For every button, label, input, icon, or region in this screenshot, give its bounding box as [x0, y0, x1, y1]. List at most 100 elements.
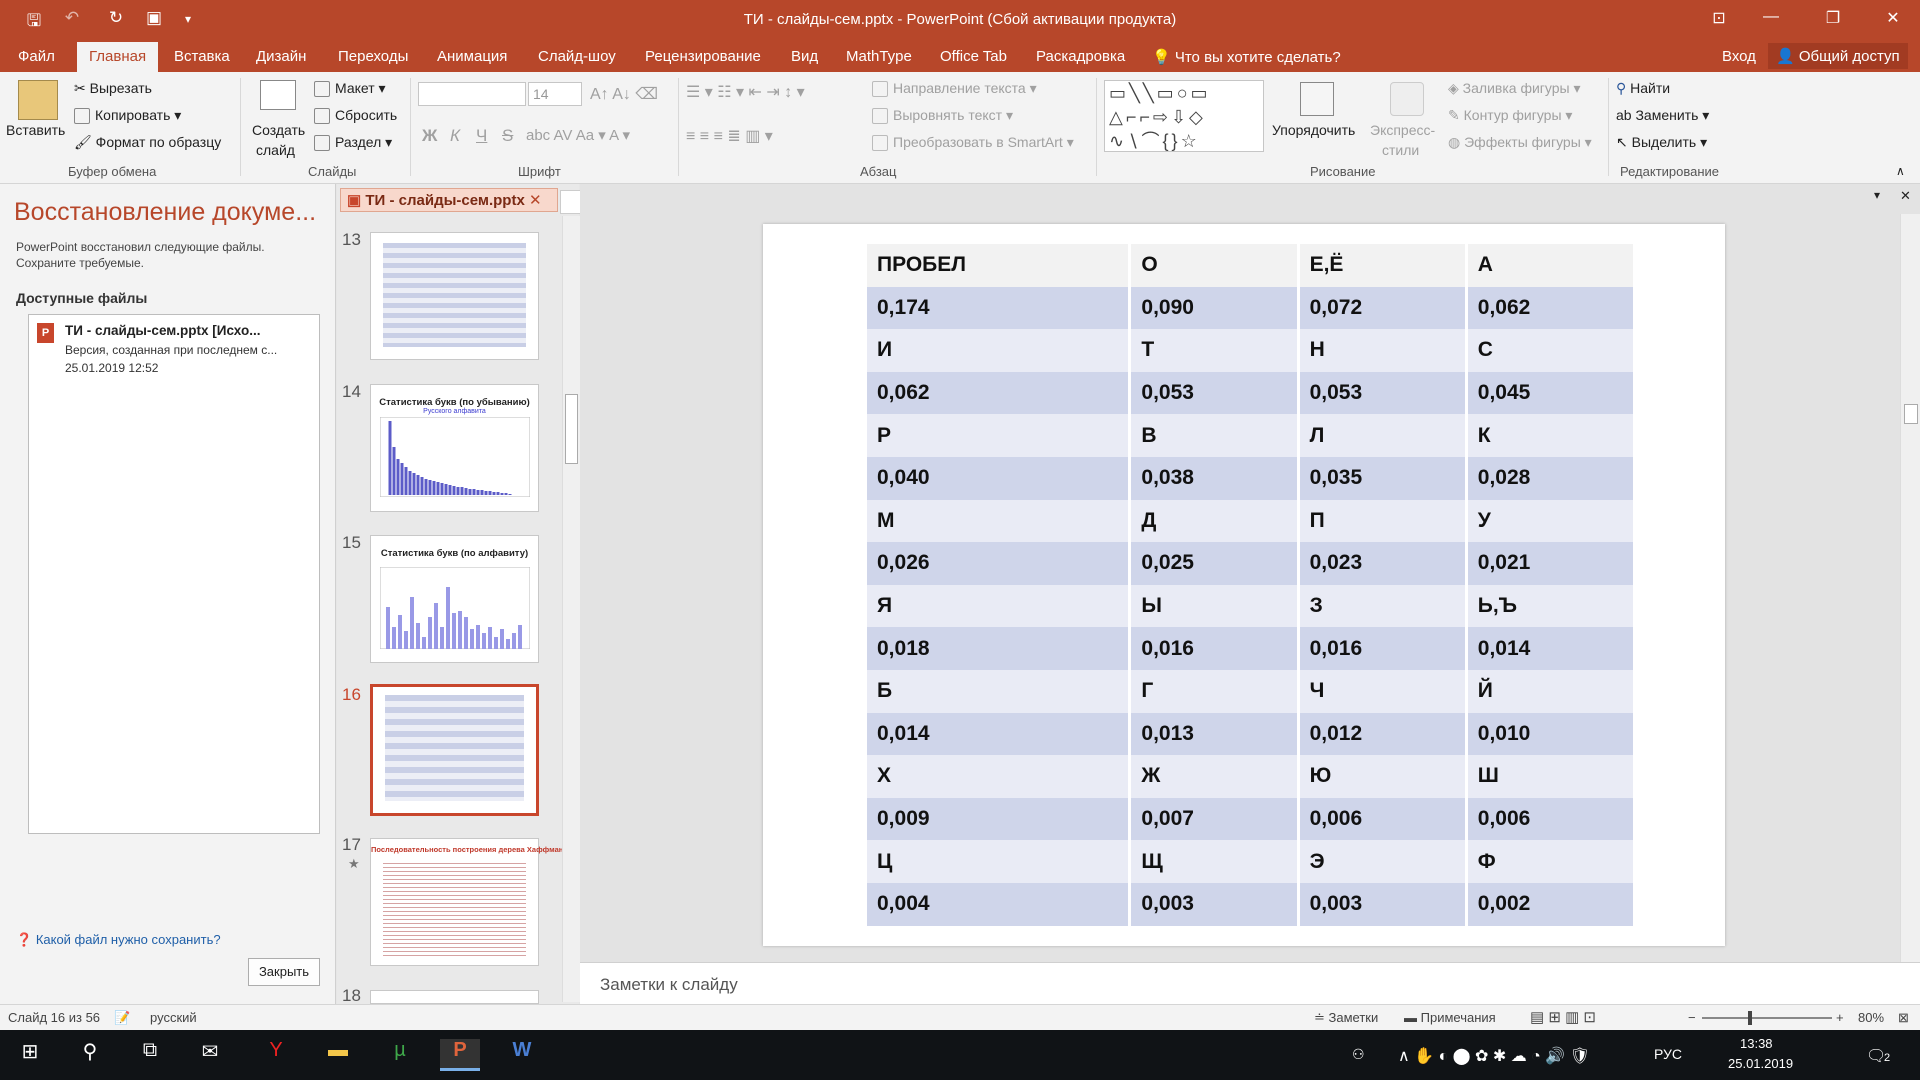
shape-outline-button[interactable]: ✎ Контур фигуры ▾ — [1448, 107, 1572, 124]
shapes-gallery[interactable]: ▭╲╲▭○▭ △⌐⌐⇨⇩◇ ∿∖⌒{}☆ — [1104, 80, 1264, 152]
table-cell[interactable]: У — [1467, 499, 1633, 543]
minimize-icon[interactable]: — — [1748, 8, 1794, 26]
new-slide-button[interactable]: Создать — [252, 122, 305, 138]
powerpoint-taskbar-icon[interactable]: P — [440, 1039, 480, 1071]
table-cell[interactable]: 0,002 — [1467, 882, 1633, 926]
pane-dropdown-icon[interactable]: ▾ — [1874, 188, 1880, 202]
reset-button[interactable]: Сбросить — [314, 107, 397, 125]
list-icons[interactable]: ☰ ▾ ☷ ▾ ⇤ ⇥ ↕ ▾ — [686, 82, 805, 102]
document-tab[interactable]: ▣ ТИ - слайды-сем.pptx ✕ — [340, 188, 558, 212]
font-size-input[interactable]: 14 — [528, 82, 582, 106]
table-cell[interactable]: Л — [1299, 414, 1465, 457]
language-label[interactable]: русский — [150, 1010, 197, 1025]
table-cell[interactable]: 0,012 — [1299, 712, 1465, 756]
notes-pane[interactable]: Заметки к слайду — [580, 962, 1920, 1006]
table-cell[interactable]: Ю — [1299, 755, 1465, 798]
table-cell[interactable]: Е,Ё — [1299, 244, 1465, 287]
people-icon[interactable]: ⚇ — [1352, 1046, 1365, 1063]
table-cell[interactable]: А — [1467, 244, 1633, 287]
windows-start-icon[interactable]: ⊞ — [10, 1039, 50, 1071]
zoom-out-button[interactable]: − — [1688, 1010, 1696, 1025]
ribbon-display-icon[interactable]: ⊡ — [1696, 8, 1742, 28]
tab-home[interactable]: Главная — [77, 42, 159, 72]
quick-styles-icon[interactable] — [1390, 82, 1424, 116]
zoom-in-button[interactable]: + — [1836, 1010, 1844, 1025]
table-cell[interactable]: 0,028 — [1467, 456, 1633, 500]
table-cell[interactable]: П — [1299, 499, 1465, 543]
table-cell[interactable]: Ь,Ъ — [1467, 584, 1633, 628]
maximize-icon[interactable]: ❐ — [1810, 8, 1856, 28]
tab-animations[interactable]: Анимация — [437, 48, 507, 65]
table-cell[interactable]: 0,021 — [1467, 542, 1633, 585]
table-cell[interactable]: М — [867, 499, 1129, 543]
help-link[interactable]: ❓ Какой файл нужно сохранить? — [16, 932, 221, 948]
table-cell[interactable]: 0,014 — [867, 712, 1129, 756]
table-cell[interactable]: 0,040 — [867, 456, 1129, 500]
table-cell[interactable]: Т — [1131, 329, 1297, 372]
font-extra-icon[interactable]: abc AV Aa ▾ A ▾ — [526, 126, 630, 144]
table-cell[interactable]: Ц — [867, 840, 1129, 883]
table-cell[interactable]: 0,009 — [867, 797, 1129, 841]
table-cell[interactable]: 0,090 — [1131, 286, 1297, 330]
slide-thumbnail-18[interactable] — [370, 990, 539, 1004]
paste-icon[interactable] — [18, 80, 58, 120]
table-cell[interactable]: Й — [1467, 669, 1633, 713]
quick-styles-button[interactable]: Экспресс- — [1370, 122, 1435, 138]
table-cell[interactable]: И — [867, 329, 1129, 372]
share-button[interactable]: 👤 Общий доступ — [1768, 43, 1908, 69]
slide-thumbnail-17[interactable]: Последовательность построения дерева Хаф… — [370, 838, 567, 966]
find-button[interactable]: ⚲ Найти — [1616, 80, 1670, 97]
table-cell[interactable]: 0,072 — [1299, 286, 1465, 330]
view-buttons[interactable]: ▤ ⊞ ▥ ⊡ — [1530, 1008, 1596, 1026]
yandex-browser-icon[interactable]: Y — [256, 1039, 296, 1071]
tab-file[interactable]: Файл — [18, 48, 55, 65]
slide-thumbnail-16-selected[interactable] — [370, 684, 539, 816]
new-slide-icon[interactable] — [260, 80, 296, 110]
clock-time[interactable]: 13:38 — [1740, 1036, 1773, 1051]
table-cell[interactable]: Г — [1131, 669, 1297, 713]
clock-date[interactable]: 25.01.2019 — [1728, 1056, 1793, 1071]
align-text-button[interactable]: Выровнять текст ▾ — [872, 107, 1013, 125]
table-cell[interactable]: В — [1131, 414, 1297, 457]
table-cell[interactable]: Б — [867, 669, 1129, 713]
table-cell[interactable]: З — [1299, 584, 1465, 628]
slide-thumbnail-13[interactable] — [370, 232, 539, 360]
align-icons[interactable]: ≡ ≡ ≡ ≣ ▥ ▾ — [686, 126, 773, 146]
table-cell[interactable]: Ы — [1131, 584, 1297, 628]
file-explorer-icon[interactable]: ▬ — [318, 1039, 358, 1071]
table-cell[interactable]: 0,038 — [1131, 456, 1297, 500]
zoom-slider-thumb[interactable] — [1748, 1011, 1752, 1025]
zoom-level[interactable]: 80% — [1858, 1010, 1884, 1025]
table-cell[interactable]: 0,010 — [1467, 712, 1633, 756]
table-cell[interactable]: С — [1467, 329, 1633, 372]
table-cell[interactable]: 0,003 — [1131, 882, 1297, 926]
table-cell[interactable]: 0,035 — [1299, 456, 1465, 500]
close-button[interactable]: Закрыть — [248, 958, 320, 986]
font-grow-icon[interactable]: A↑ A↓ ⌫ — [590, 84, 658, 104]
tab-storyboard[interactable]: Раскадровка — [1036, 48, 1125, 65]
comments-button[interactable]: ▬ Примечания — [1404, 1010, 1496, 1025]
table-cell[interactable]: 0,013 — [1131, 712, 1297, 756]
font-name-input[interactable] — [418, 82, 526, 106]
tab-transitions[interactable]: Переходы — [338, 48, 408, 65]
scrollbar-thumb[interactable] — [565, 394, 578, 464]
shape-fill-button[interactable]: ◈ Заливка фигуры ▾ — [1448, 80, 1581, 97]
table-cell[interactable]: 0,014 — [1467, 627, 1633, 670]
paste-button[interactable]: Вставить — [6, 122, 65, 138]
word-taskbar-icon[interactable]: W — [502, 1039, 542, 1071]
table-cell[interactable]: 0,003 — [1299, 882, 1465, 926]
task-view-icon[interactable]: ⧉ — [130, 1039, 170, 1071]
editor-scrollbar[interactable] — [1900, 214, 1920, 962]
fit-to-window-icon[interactable]: ⊠ — [1898, 1010, 1909, 1026]
tray-icons[interactable]: ∧ ✋ ◐ ⬤ ✿ ✱ ☁ ◔ 🔊 🛡 — [1398, 1046, 1590, 1066]
collapse-ribbon-icon[interactable]: ∧ — [1896, 164, 1905, 178]
tab-officetab[interactable]: Office Tab — [940, 48, 1007, 65]
notes-button[interactable]: ≐ Заметки — [1314, 1010, 1378, 1026]
underline-button[interactable]: Ч — [476, 126, 487, 146]
table-cell[interactable]: 0,053 — [1299, 371, 1465, 415]
input-language[interactable]: РУС — [1654, 1046, 1682, 1062]
letter-frequency-table[interactable]: ПРОБЕЛ О Е,Ё А 0,174 0,090 0,072 0,062 И Т Н С 0,062… — [864, 244, 1636, 926]
table-cell[interactable]: Ш — [1467, 755, 1633, 798]
format-painter-button[interactable]: 🖌 Формат по образцу — [74, 134, 221, 151]
table-cell[interactable]: 0,006 — [1299, 797, 1465, 841]
